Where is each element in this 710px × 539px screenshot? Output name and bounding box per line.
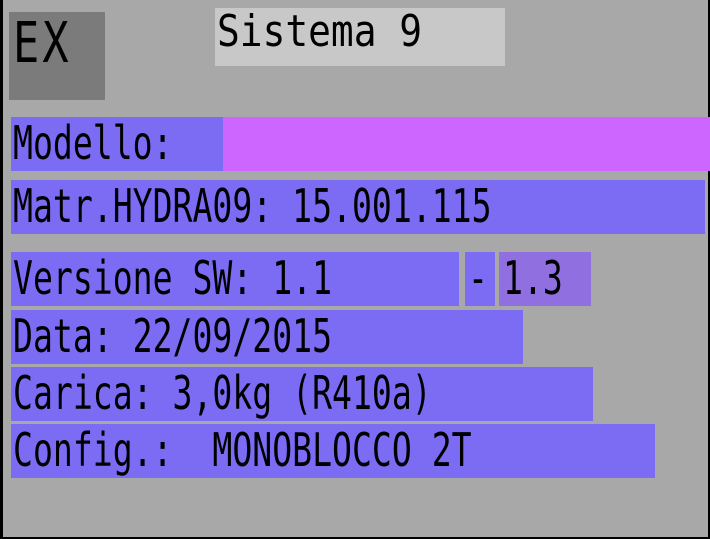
versione-separator: - xyxy=(468,251,488,305)
ex-label: EX xyxy=(13,11,72,76)
modello-value-field[interactable] xyxy=(223,117,710,171)
hmi-screen: EX Sistema 9 Modello: Matr.HYDRA09: 15.0… xyxy=(0,0,710,539)
matricola-text: Matr.HYDRA09: 15.001.115 xyxy=(13,179,492,233)
carica-text: Carica: 3,0kg (R410a) xyxy=(13,366,432,420)
modello-label: Modello: xyxy=(13,116,173,170)
config-text: Config.: MONOBLOCCO 2T xyxy=(13,423,472,477)
versione-label: Versione SW: 1.1 xyxy=(13,251,333,305)
versione-value2: 1.3 xyxy=(503,251,563,305)
page-title: Sistema 9 xyxy=(217,6,423,57)
data-text: Data: 22/09/2015 xyxy=(13,309,333,363)
